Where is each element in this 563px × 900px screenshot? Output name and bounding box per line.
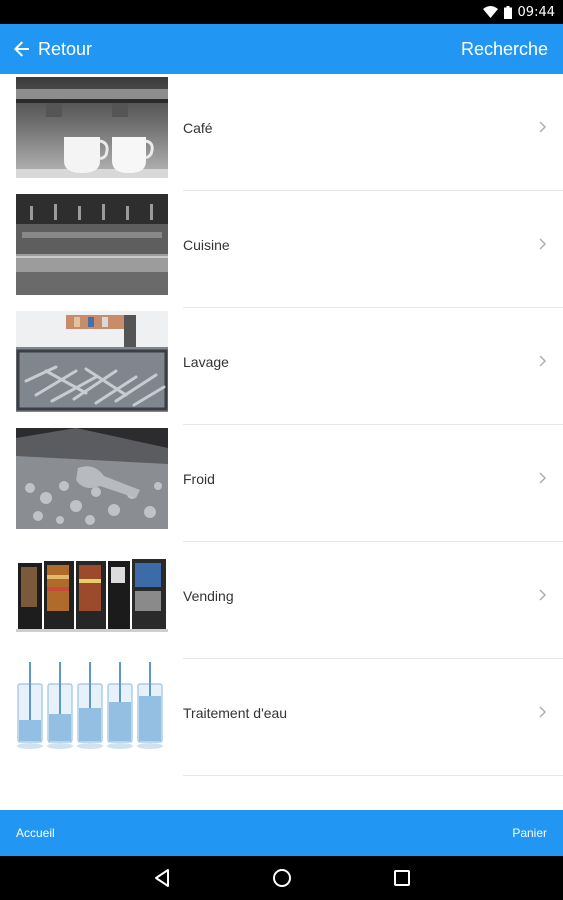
app-bar: Retour Recherche bbox=[0, 24, 563, 74]
chevron-right-icon bbox=[539, 589, 547, 601]
home-circle-icon[interactable] bbox=[270, 866, 294, 890]
divider bbox=[183, 775, 563, 776]
chevron-right-icon bbox=[539, 238, 547, 250]
home-button[interactable]: Accueil bbox=[16, 810, 55, 856]
list-item-label: Froid bbox=[183, 470, 215, 487]
vending-machines-image bbox=[16, 545, 168, 646]
status-icons: 09:44 bbox=[482, 0, 555, 24]
list-item-traitement-eau[interactable]: Traitement d'eau bbox=[0, 659, 563, 776]
back-label: Retour bbox=[38, 38, 93, 59]
chevron-right-icon bbox=[539, 706, 547, 718]
list-item-label: Café bbox=[183, 119, 213, 136]
arrow-left-icon bbox=[14, 41, 29, 57]
system-nav-bar bbox=[0, 856, 563, 900]
list-item-label: Vending bbox=[183, 587, 234, 604]
list-item-lavage[interactable]: Lavage bbox=[0, 308, 563, 425]
list-item-label: Traitement d'eau bbox=[183, 704, 288, 721]
status-time: 09:44 bbox=[517, 4, 555, 20]
back-triangle-icon[interactable] bbox=[150, 866, 174, 890]
battery-icon bbox=[503, 5, 512, 19]
chevron-right-icon bbox=[539, 355, 547, 367]
kitchen-image bbox=[16, 194, 168, 295]
back-button[interactable]: Retour bbox=[14, 24, 92, 74]
list-item-label: Cuisine bbox=[183, 236, 230, 253]
dishwashing-image bbox=[16, 311, 168, 412]
list-item-label: Lavage bbox=[183, 353, 229, 370]
cart-button[interactable]: Panier bbox=[512, 810, 547, 856]
list-item-vending[interactable]: Vending bbox=[0, 542, 563, 659]
list-item-cafe[interactable]: Café bbox=[0, 74, 563, 191]
category-list: Café Cuisine Lavage Froid Vending Traite… bbox=[0, 74, 563, 810]
status-bar: 09:44 bbox=[0, 0, 563, 24]
list-item-cuisine[interactable]: Cuisine bbox=[0, 191, 563, 308]
bottom-bar: Accueil Panier bbox=[0, 810, 563, 856]
wifi-icon bbox=[482, 6, 498, 18]
ice-image bbox=[16, 428, 168, 529]
coffee-cups-image bbox=[16, 77, 168, 178]
recents-square-icon[interactable] bbox=[390, 866, 414, 890]
search-button[interactable]: Recherche bbox=[461, 24, 548, 74]
chevron-right-icon bbox=[539, 121, 547, 133]
chevron-right-icon bbox=[539, 472, 547, 484]
list-item-froid[interactable]: Froid bbox=[0, 425, 563, 542]
water-glasses-image bbox=[16, 662, 168, 763]
